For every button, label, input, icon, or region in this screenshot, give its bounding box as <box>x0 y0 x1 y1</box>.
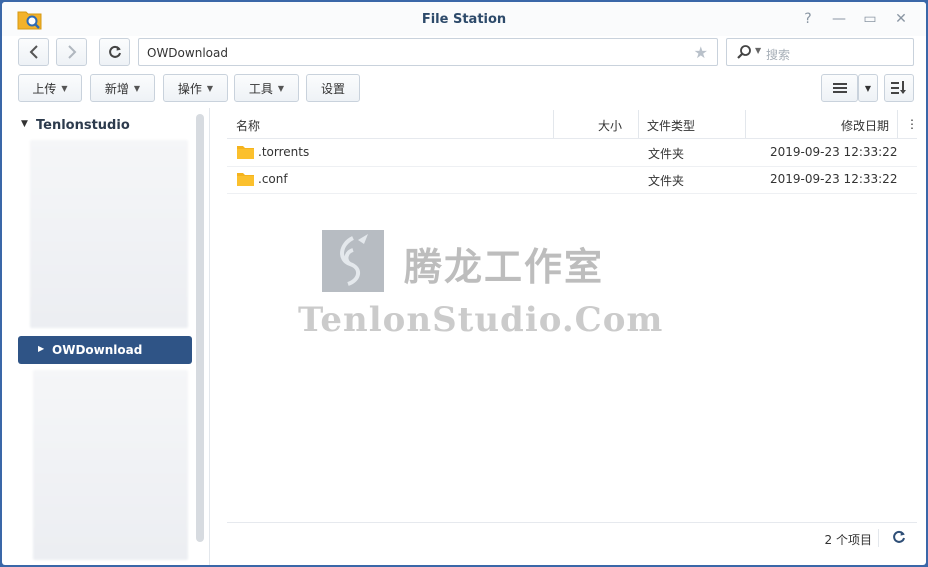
table-row[interactable]: .conf 文件夹 2019-09-23 12:33:22 <box>227 166 917 194</box>
folder-icon <box>237 146 254 159</box>
caret-down-icon: ▼ <box>133 83 141 93</box>
column-separator[interactable] <box>638 110 639 138</box>
column-separator[interactable] <box>897 110 898 138</box>
back-button[interactable] <box>18 38 49 66</box>
caret-down-icon: ▼ <box>864 83 872 93</box>
collapsed-arrow-icon[interactable]: ▶ <box>38 344 44 353</box>
column-name[interactable]: 名称 <box>236 117 260 134</box>
caret-down-icon: ▼ <box>206 83 214 93</box>
tools-label: 工具 <box>248 81 273 96</box>
file-type: 文件夹 <box>648 174 685 188</box>
action-button[interactable]: 操作 ▼ <box>163 74 228 102</box>
refresh-icon <box>108 45 121 58</box>
close-button[interactable]: ✕ <box>892 10 910 28</box>
create-button[interactable]: 新增 ▼ <box>90 74 155 102</box>
tree-item-owdownload[interactable]: ▶ OWDownload <box>18 336 192 364</box>
upload-label: 上传 <box>32 81 57 96</box>
blurred-folder-list <box>30 140 188 328</box>
column-separator[interactable] <box>553 110 554 138</box>
column-modified[interactable]: 修改日期 <box>841 117 889 134</box>
action-label: 操作 <box>177 81 202 96</box>
tools-button[interactable]: 工具 ▼ <box>234 74 299 102</box>
search-input[interactable]: ▼ 搜索 <box>726 38 914 66</box>
status-separator <box>878 529 879 547</box>
file-name: .conf <box>258 172 288 186</box>
title-bar: File Station ? — ▭ ✕ <box>2 2 926 36</box>
action-toolbar: 上传 ▼ 新增 ▼ 操作 ▼ 工具 ▼ 设置 ▼ <box>2 74 926 104</box>
navigation-toolbar: OWDownload ★ ▼ 搜索 <box>2 38 926 68</box>
watermark-en-text: TenlonStudio.Com <box>298 300 664 340</box>
help-button[interactable]: ? <box>799 10 817 28</box>
file-station-window: File Station ? — ▭ ✕ OWDownload ★ ▼ 搜索 上… <box>2 2 926 565</box>
sort-icon <box>891 81 906 94</box>
folder-tree: ▼ Tenlonstudio ▶ OWDownload <box>2 108 207 565</box>
file-modified: 2019-09-23 12:33:22 <box>770 145 898 159</box>
refresh-icon[interactable] <box>892 530 906 544</box>
tree-root-label: Tenlonstudio <box>36 118 130 133</box>
path-field[interactable]: OWDownload ★ <box>138 38 718 66</box>
list-view-icon <box>832 83 847 93</box>
table-row[interactable]: .torrents 文件夹 2019-09-23 12:33:22 <box>227 139 917 167</box>
expand-arrow-icon[interactable]: ▼ <box>21 119 28 129</box>
panel-divider[interactable] <box>209 108 210 565</box>
create-label: 新增 <box>104 81 129 96</box>
path-text: OWDownload <box>147 46 228 60</box>
dragon-logo-icon <box>322 230 384 292</box>
search-placeholder: 搜索 <box>766 48 791 62</box>
view-options-button[interactable]: ▼ <box>858 74 878 102</box>
settings-button[interactable]: 设置 <box>306 74 360 102</box>
refresh-button[interactable] <box>99 38 130 66</box>
list-view-button[interactable] <box>821 74 858 102</box>
sort-button[interactable] <box>884 74 914 102</box>
file-name: .torrents <box>258 145 310 159</box>
search-icon[interactable] <box>736 44 752 60</box>
minimize-button[interactable]: — <box>830 10 848 28</box>
column-size[interactable]: 大小 <box>598 117 622 134</box>
window-title: File Station <box>421 12 507 27</box>
caret-down-icon: ▼ <box>61 83 68 93</box>
watermark: 腾龙工作室 TenlonStudio.Com <box>298 230 662 345</box>
folder-icon <box>237 173 254 186</box>
column-type[interactable]: 文件类型 <box>647 117 695 134</box>
upload-button[interactable]: 上传 ▼ <box>18 74 82 102</box>
watermark-cn-text: 腾龙工作室 <box>404 244 605 289</box>
tree-item-label: OWDownload <box>52 343 143 357</box>
sidebar-scrollbar[interactable] <box>196 114 204 542</box>
status-bar: 2 个项目 <box>227 522 917 553</box>
maximize-button[interactable]: ▭ <box>861 10 879 28</box>
search-options-caret-icon[interactable]: ▼ <box>755 46 761 55</box>
caret-down-icon: ▼ <box>277 83 285 93</box>
column-separator[interactable] <box>745 110 746 138</box>
chevron-right-icon <box>67 45 76 59</box>
settings-label: 设置 <box>320 81 345 96</box>
column-menu-icon[interactable]: ⋮ <box>906 117 918 131</box>
tree-root-item[interactable]: ▼ Tenlonstudio <box>21 118 130 133</box>
file-modified: 2019-09-23 12:33:22 <box>770 172 898 186</box>
forward-button[interactable] <box>56 38 87 66</box>
chevron-left-icon <box>29 45 38 59</box>
file-type: 文件夹 <box>648 147 685 161</box>
star-icon[interactable]: ★ <box>694 43 708 62</box>
table-header: 名称 大小 文件类型 修改日期 ⋮ <box>227 110 918 139</box>
item-count: 2 个项目 <box>824 533 872 547</box>
blurred-folder-list <box>33 370 188 560</box>
